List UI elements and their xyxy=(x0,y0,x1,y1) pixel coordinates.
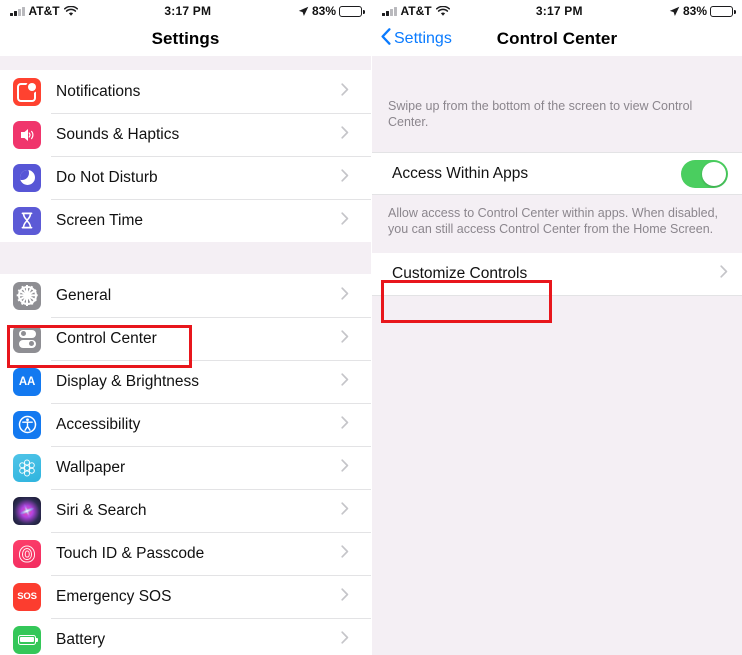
chevron-right-icon xyxy=(341,501,349,520)
wifi-icon xyxy=(435,5,450,17)
chevron-right-icon xyxy=(341,587,349,606)
control-center-nav-bar: Settings Control Center xyxy=(372,22,742,56)
sidebar-item-sounds-haptics[interactable]: Sounds & Haptics xyxy=(0,113,371,156)
clock-label: 3:17 PM xyxy=(535,4,583,18)
page-title: Settings xyxy=(151,29,220,48)
page-title: Control Center xyxy=(496,29,618,48)
sos-label: SOS xyxy=(17,591,37,602)
location-arrow-icon xyxy=(669,6,680,17)
row-label: Siri & Search xyxy=(56,501,147,519)
battery-percent-label: 83% xyxy=(682,4,707,18)
row-label: Accessibility xyxy=(56,415,141,433)
wifi-icon xyxy=(63,5,78,17)
status-bar-left: AT&T 3:17 PM 83% xyxy=(0,0,371,22)
flower-icon xyxy=(13,453,41,482)
battery-icon xyxy=(710,5,736,17)
row-label: Touch ID & Passcode xyxy=(56,544,205,562)
chevron-right-icon xyxy=(341,544,349,563)
back-button-label: Settings xyxy=(394,30,452,47)
sidebar-item-display-brightness[interactable]: AA Display & Brightness xyxy=(0,360,371,403)
toggle-knob xyxy=(702,161,726,186)
settings-group-2: General Control Center AA Display & Brig… xyxy=(0,274,371,655)
control-center-icon xyxy=(13,324,41,353)
access-within-apps-toggle[interactable] xyxy=(681,159,728,188)
chevron-right-icon xyxy=(341,82,349,101)
notifications-icon xyxy=(13,77,41,106)
customize-controls-row[interactable]: Customize Controls xyxy=(372,253,742,296)
sidebar-item-notifications[interactable]: Notifications xyxy=(0,70,371,113)
speaker-icon xyxy=(13,120,41,149)
status-left-group: AT&T xyxy=(10,4,78,18)
clock-label: 3:17 PM xyxy=(164,4,212,18)
row-label: Screen Time xyxy=(56,211,144,229)
sidebar-item-screen-time[interactable]: Screen Time xyxy=(0,199,371,242)
status-left-group: AT&T xyxy=(382,4,450,18)
row-label: Sounds & Haptics xyxy=(56,125,180,143)
settings-group-separator xyxy=(0,242,371,274)
chevron-right-icon xyxy=(341,372,349,391)
sidebar-item-emergency-sos[interactable]: SOS Emergency SOS xyxy=(0,575,371,618)
access-within-apps-row[interactable]: Access Within Apps xyxy=(372,152,742,195)
sos-icon: SOS xyxy=(13,582,41,611)
location-arrow-icon xyxy=(298,6,309,17)
hourglass-icon xyxy=(13,206,41,235)
sidebar-item-accessibility[interactable]: Accessibility xyxy=(0,403,371,446)
row-label: Do Not Disturb xyxy=(56,168,158,186)
chevron-left-icon xyxy=(381,28,391,50)
accessibility-icon xyxy=(13,410,41,439)
aa-label: AA xyxy=(18,375,36,388)
sidebar-item-touch-id-passcode[interactable]: Touch ID & Passcode xyxy=(0,532,371,575)
customize-controls-label: Customize Controls xyxy=(392,265,528,282)
carrier-label: AT&T xyxy=(28,4,60,18)
chevron-right-icon xyxy=(720,265,728,283)
battery-icon xyxy=(339,5,365,17)
siri-icon xyxy=(13,496,41,525)
status-bar-right: AT&T 3:17 PM 83% xyxy=(372,0,742,22)
row-label: Wallpaper xyxy=(56,458,126,476)
chevron-right-icon xyxy=(341,329,349,348)
status-right-group: 83% xyxy=(298,4,365,18)
sidebar-item-do-not-disturb[interactable]: Do Not Disturb xyxy=(0,156,371,199)
back-button[interactable]: Settings xyxy=(381,28,452,50)
text-size-icon: AA xyxy=(13,367,41,396)
signal-bars-icon xyxy=(382,6,397,16)
mid-description-note: Allow access to Control Center within ap… xyxy=(372,195,742,253)
chevron-right-icon xyxy=(341,415,349,434)
chevron-right-icon xyxy=(341,458,349,477)
dual-screenshot-container: AT&T 3:17 PM 83% Settings Notifications … xyxy=(0,0,742,655)
sidebar-item-general[interactable]: General xyxy=(0,274,371,317)
control-center-screen: AT&T 3:17 PM 83% Settings Control Center… xyxy=(371,0,742,655)
battery-percent-label: 83% xyxy=(311,4,336,18)
status-right-group: 83% xyxy=(669,4,736,18)
row-label: Notifications xyxy=(56,82,141,100)
settings-nav-bar: Settings xyxy=(0,22,371,56)
row-label: Display & Brightness xyxy=(56,372,200,390)
sidebar-item-siri-search[interactable]: Siri & Search xyxy=(0,489,371,532)
settings-screen: AT&T 3:17 PM 83% Settings Notifications … xyxy=(0,0,371,655)
row-label: Battery xyxy=(56,630,106,648)
sidebar-item-battery[interactable]: Battery xyxy=(0,618,371,655)
fingerprint-icon xyxy=(13,539,41,568)
top-description-note: Swipe up from the bottom of the screen t… xyxy=(372,56,742,152)
list-top-gap xyxy=(0,56,371,70)
chevron-right-icon xyxy=(341,286,349,305)
chevron-right-icon xyxy=(341,125,349,144)
chevron-right-icon xyxy=(341,168,349,187)
access-within-apps-label: Access Within Apps xyxy=(392,164,529,182)
chevron-right-icon xyxy=(341,630,349,649)
sidebar-item-control-center[interactable]: Control Center xyxy=(0,317,371,360)
sidebar-item-wallpaper[interactable]: Wallpaper xyxy=(0,446,371,489)
gear-icon xyxy=(13,281,41,310)
row-label: Control Center xyxy=(56,329,157,347)
carrier-label: AT&T xyxy=(400,4,432,18)
chevron-right-icon xyxy=(341,211,349,230)
row-label: General xyxy=(56,286,112,304)
row-label: Emergency SOS xyxy=(56,587,172,605)
battery-green-icon xyxy=(13,625,41,654)
signal-bars-icon xyxy=(10,6,25,16)
moon-icon xyxy=(13,163,41,192)
settings-group-1: Notifications Sounds & Haptics Do Not Di… xyxy=(0,70,371,242)
